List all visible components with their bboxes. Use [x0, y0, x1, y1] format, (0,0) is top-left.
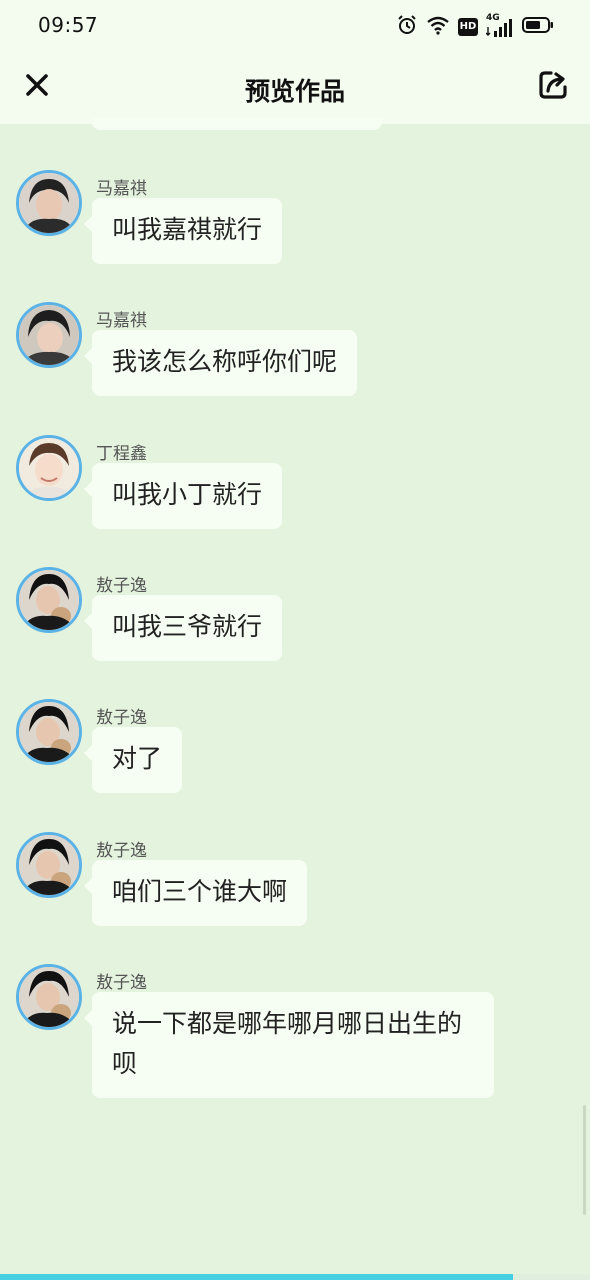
share-icon [537, 69, 569, 105]
message-bubble[interactable]: 我该怎么称呼你们呢 [83, 330, 358, 396]
avatar-ao-ziyi[interactable] [16, 699, 82, 765]
playback-progress-fill [0, 1274, 514, 1280]
avatar-ao-ziyi[interactable] [16, 567, 82, 633]
battery-icon [522, 16, 554, 38]
avatar-ma-jiaqi[interactable] [16, 302, 82, 368]
previous-message-bubble-fragment [92, 118, 382, 130]
message-bubble[interactable]: 叫我三爷就行 [83, 595, 283, 661]
playback-progress-bar[interactable] [0, 1274, 590, 1280]
signal-4g-icon: 4G [486, 13, 514, 37]
sender-name: 敖子逸 [96, 576, 147, 596]
hd-icon: HD [458, 18, 478, 36]
sender-name: 敖子逸 [96, 708, 147, 728]
message-bubble[interactable]: 咱们三个谁大啊 [83, 860, 308, 926]
sender-name: 敖子逸 [96, 973, 147, 993]
scrollbar[interactable] [583, 1105, 586, 1215]
wifi-icon [426, 15, 450, 39]
avatar-ma-jiaqi[interactable] [16, 170, 82, 236]
status-time: 09:57 [38, 13, 99, 37]
sender-name: 敖子逸 [96, 841, 147, 861]
avatar-ding-chengxin[interactable] [16, 435, 82, 501]
status-icons: HD 4G [396, 13, 554, 40]
status-bar: 09:57 HD 4G [0, 0, 590, 52]
page-title: 预览作品 [244, 77, 345, 106]
sender-name: 马嘉祺 [96, 179, 147, 199]
avatar-ao-ziyi[interactable] [16, 832, 82, 898]
alarm-icon [396, 14, 418, 40]
message-bubble[interactable]: 对了 [83, 727, 183, 793]
message-bubble[interactable]: 说一下都是哪年哪月哪日出生的呗 [84, 992, 494, 1098]
message-bubble[interactable]: 叫我嘉祺就行 [83, 198, 283, 264]
avatar-ao-ziyi[interactable] [16, 964, 82, 1030]
sender-name: 丁程鑫 [96, 444, 147, 464]
message-bubble[interactable]: 叫我小丁就行 [83, 463, 283, 529]
nav-bar: 预览作品 [0, 52, 590, 124]
sender-name: 马嘉祺 [96, 311, 147, 331]
share-button[interactable] [534, 68, 572, 106]
